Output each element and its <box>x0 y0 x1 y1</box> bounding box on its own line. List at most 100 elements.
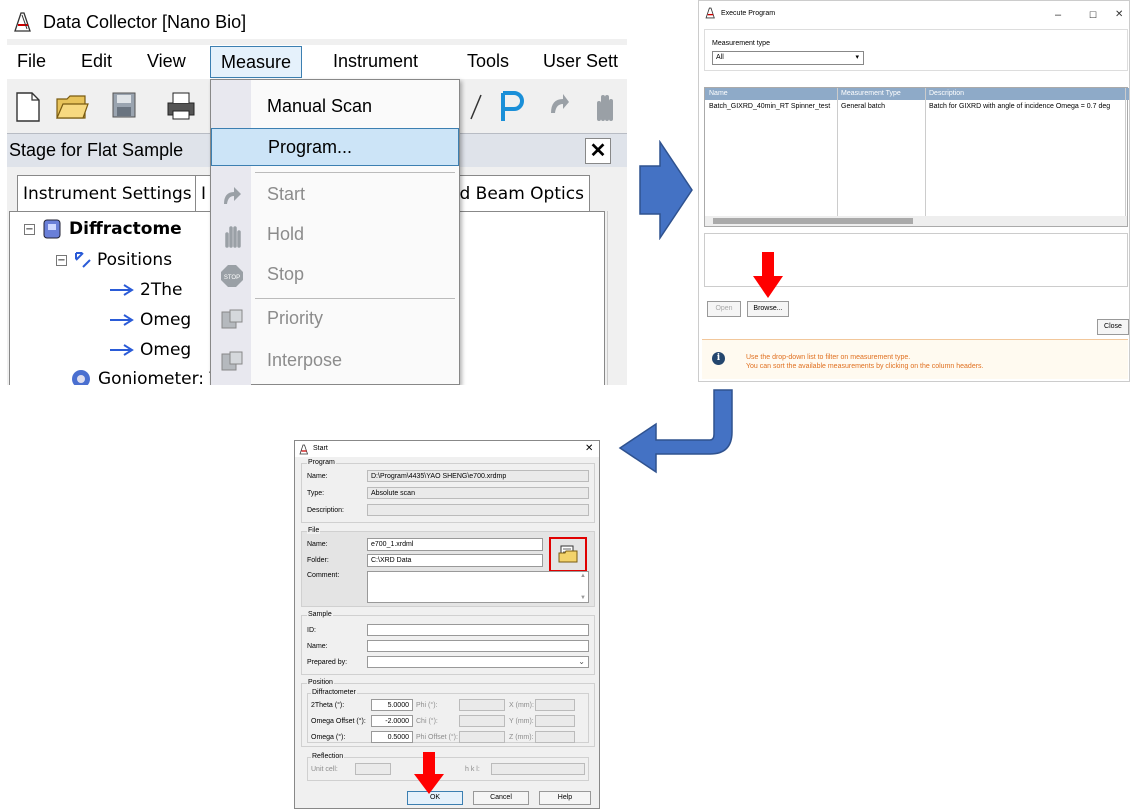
scroll-thumb[interactable] <box>713 218 913 224</box>
measurement-type-select[interactable]: All ▾ <box>712 51 864 65</box>
field-label: Chi (°): <box>416 718 438 725</box>
open-button[interactable]: Open <box>707 301 741 317</box>
field-label: Description: <box>307 507 344 514</box>
axis-arrow-icon <box>110 344 134 356</box>
measurements-table: Name Measurement Type Description Batch_… <box>704 87 1129 227</box>
tree-node-omega[interactable]: Omeg <box>108 310 191 330</box>
field-label: Phi Offset (°): <box>416 734 458 741</box>
tree-label: Diffractome <box>69 219 182 239</box>
goniometer-icon <box>72 370 90 385</box>
group-title: Sample <box>307 611 333 618</box>
sample-name-input[interactable] <box>367 640 589 652</box>
title-bar: Start ✕ <box>295 441 599 457</box>
collapse-icon[interactable]: − <box>56 254 67 266</box>
comment-textarea[interactable]: ▲ ▼ <box>367 571 589 603</box>
cell-name: Batch_GIXRD_40min_RT Spinner_test <box>709 103 831 110</box>
program-description-field <box>367 504 589 516</box>
menu-item-interpose[interactable]: Interpose <box>211 342 459 380</box>
file-name-input[interactable]: e700_1.xrdml <box>367 538 543 551</box>
twotheta-input[interactable]: 5.0000 <box>371 699 413 711</box>
svg-text:STOP: STOP <box>224 275 240 281</box>
menu-item-hold[interactable]: Hold <box>211 216 459 254</box>
field-label: Prepared by: <box>307 659 348 666</box>
flow-arrow-curved-icon <box>618 389 733 474</box>
menu-edit[interactable]: Edit <box>81 51 112 72</box>
field-label: Name: <box>307 643 328 650</box>
close-icon[interactable]: ✕ <box>1115 9 1123 20</box>
omega-input[interactable]: 0.5000 <box>371 731 413 743</box>
menu-item-priority[interactable]: Priority <box>211 300 459 338</box>
column-header-description[interactable]: Description <box>929 90 964 97</box>
y-input <box>535 715 575 727</box>
close-button[interactable]: Close <box>1097 319 1129 335</box>
menu-item-start[interactable]: Start <box>211 176 459 214</box>
tree-node-2theta[interactable]: 2The <box>108 280 182 300</box>
omega-offset-input[interactable]: -2.0000 <box>371 715 413 727</box>
hold-hand-icon[interactable] <box>591 91 619 121</box>
menu-item-label: Program... <box>268 137 353 157</box>
minimize-icon[interactable]: – <box>1055 9 1061 21</box>
chi-input <box>459 715 505 727</box>
tree-node-positions[interactable]: − Positions <box>56 250 172 270</box>
menu-measure[interactable]: Measure <box>210 46 303 78</box>
column-header-name[interactable]: Name <box>709 90 728 97</box>
close-icon[interactable]: ✕ <box>585 443 593 454</box>
scroll-down-icon[interactable]: ▼ <box>580 595 586 601</box>
red-arrow-down-icon <box>414 752 444 794</box>
phi-input <box>459 699 505 711</box>
data-collector-window: Data Collector [Nano Bio] File Edit View… <box>7 5 627 385</box>
menu-separator <box>255 172 455 173</box>
tree-label: Omeg <box>140 310 192 330</box>
start-arrow-icon[interactable] <box>547 91 571 117</box>
horizontal-scrollbar[interactable] <box>705 216 1127 226</box>
field-label: Type: <box>307 490 325 497</box>
menu-instrument[interactable]: Instrument <box>333 51 418 72</box>
tree-node-diffractometer[interactable]: − Diffractome <box>24 218 182 240</box>
field-label: ID: <box>307 627 316 634</box>
print-icon[interactable] <box>165 91 197 121</box>
field-label: Omega Offset (°): <box>311 718 366 725</box>
info-icon: i <box>712 352 725 365</box>
x-input <box>535 699 575 711</box>
tree-label: 2The <box>140 280 183 300</box>
menu-view[interactable]: View <box>147 51 186 72</box>
menu-item-label: Manual Scan <box>267 96 373 116</box>
table-row[interactable]: Batch_GIXRD_40min_RT Spinner_test Genera… <box>705 103 1129 113</box>
menu-bar: File Edit View Measure Instrument Tools … <box>7 45 627 79</box>
new-document-icon[interactable] <box>15 91 41 123</box>
column-header-measurement-type[interactable]: Measurement Type <box>841 90 901 97</box>
menu-item-label: Start <box>267 184 306 204</box>
prepared-by-select[interactable]: ⌄ <box>367 656 589 668</box>
help-button[interactable]: Help <box>539 791 591 805</box>
program-p-icon[interactable] <box>497 91 525 123</box>
sample-id-input[interactable] <box>367 624 589 636</box>
open-folder-icon[interactable] <box>55 91 89 121</box>
axis-arrow-icon <box>110 284 134 296</box>
save-icon[interactable] <box>111 91 137 119</box>
data-collector-app-icon <box>299 444 309 455</box>
vertical-scrollbar[interactable] <box>607 211 627 385</box>
menu-file[interactable]: File <box>17 51 46 72</box>
tree-node-omega-offset[interactable]: Omeg <box>108 340 191 360</box>
cancel-button[interactable]: Cancel <box>473 791 529 805</box>
group-title: File <box>307 527 321 534</box>
browse-folder-icon[interactable] <box>558 544 578 564</box>
collapse-icon[interactable]: − <box>24 223 35 235</box>
unit-cell-input <box>355 763 391 775</box>
menu-item-stop[interactable]: STOP Stop <box>211 256 459 294</box>
hkl-input <box>491 763 585 775</box>
menu-user-settings[interactable]: User Sett <box>543 51 618 72</box>
data-collector-app-icon <box>14 12 31 32</box>
maximize-icon[interactable]: ☐ <box>1089 10 1097 21</box>
diffractometer-icon <box>43 219 61 239</box>
folder-input[interactable]: C:\XRD Data <box>367 554 543 567</box>
triangle-tool-icon[interactable] <box>469 91 495 121</box>
tree-label: Omeg <box>140 340 192 360</box>
close-panel-button[interactable]: ✕ <box>585 138 611 164</box>
browse-button[interactable]: Browse... <box>747 301 789 317</box>
menu-item-program[interactable]: Program... <box>211 128 459 166</box>
menu-tools[interactable]: Tools <box>467 51 509 72</box>
menu-item-manual-scan[interactable]: Manual Scan <box>211 88 459 126</box>
scroll-up-icon[interactable]: ▲ <box>580 573 586 579</box>
tab-instrument-settings[interactable]: Instrument Settings <box>17 175 198 211</box>
